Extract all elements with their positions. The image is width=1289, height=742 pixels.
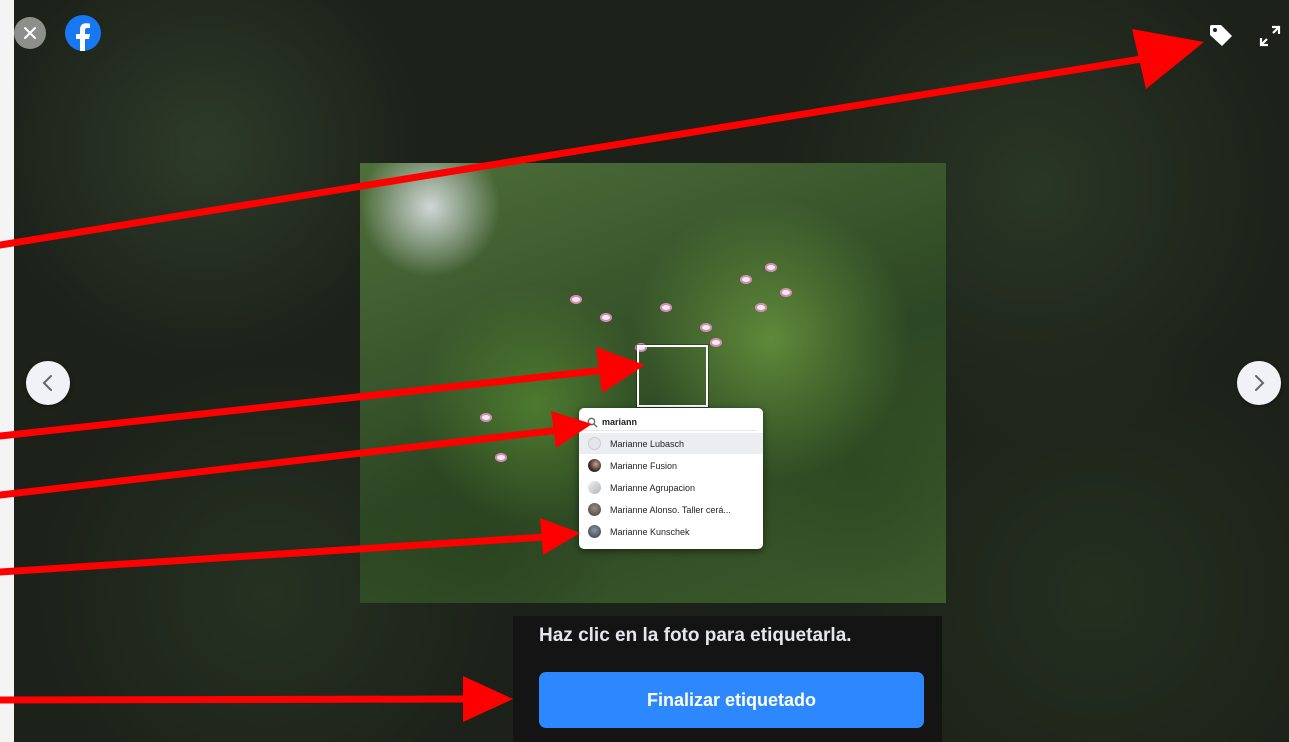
annotation-arrow xyxy=(0,52,1164,249)
annotation-arrowhead xyxy=(463,676,513,722)
annotation-arrow xyxy=(0,366,609,440)
annotation-arrowhead xyxy=(540,518,580,555)
annotation-arrow xyxy=(0,426,564,499)
annotation-arrowhead xyxy=(1132,29,1204,89)
annotation-arrows xyxy=(0,29,1204,722)
annotation-arrow xyxy=(0,695,474,704)
annotation-arrowhead xyxy=(596,347,645,393)
annotation-arrowhead xyxy=(551,411,592,448)
annotation-arrow xyxy=(0,533,549,576)
